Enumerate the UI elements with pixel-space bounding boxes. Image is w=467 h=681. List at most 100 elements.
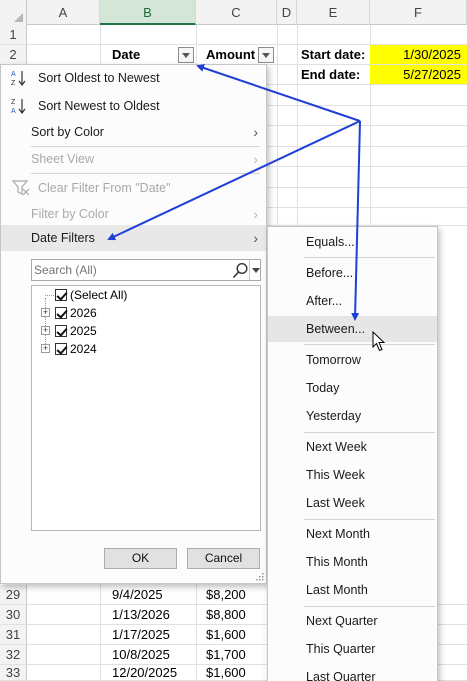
tree-item-2026[interactable]: + 2026: [32, 304, 260, 322]
submenu-this-week[interactable]: This Week: [268, 462, 437, 488]
column-header-e[interactable]: E: [297, 0, 370, 25]
submenu-last-month[interactable]: Last Month: [268, 577, 437, 603]
menu-separator: [304, 257, 435, 258]
search-icon: [232, 262, 248, 279]
amount-cell[interactable]: $8,200: [206, 585, 246, 604]
submenu-item-label: This Quarter: [306, 642, 376, 656]
filter-by-color-label: Filter by Color: [31, 207, 109, 221]
tree-item-2024[interactable]: + 2024: [32, 340, 260, 358]
row-header[interactable]: 2: [0, 45, 27, 64]
submenu-before[interactable]: Before...: [268, 260, 437, 286]
ok-button[interactable]: OK: [104, 548, 177, 569]
date-cell[interactable]: 12/20/2025: [112, 665, 177, 680]
submenu-item-label: Last Month: [306, 583, 368, 597]
svg-text:Z: Z: [11, 80, 16, 87]
expand-icon[interactable]: +: [41, 308, 50, 317]
expand-icon[interactable]: +: [41, 326, 50, 335]
amount-cell[interactable]: $1,700: [206, 645, 246, 664]
submenu-item-label: Equals...: [306, 235, 355, 249]
menu-separator: [304, 606, 435, 607]
row-header[interactable]: 33: [0, 665, 27, 680]
column-header-d[interactable]: D: [277, 0, 297, 25]
submenu-item-label: This Month: [306, 555, 368, 569]
mouse-cursor-icon: [372, 331, 386, 352]
date-filter-button[interactable]: [178, 47, 194, 63]
checkbox[interactable]: [55, 325, 67, 337]
submenu-tomorrow[interactable]: Tomorrow: [268, 347, 437, 373]
submenu-between[interactable]: Between...: [268, 316, 437, 342]
checkbox[interactable]: [55, 343, 67, 355]
submenu-item-label: Before...: [306, 266, 354, 280]
submenu-this-quarter[interactable]: This Quarter: [268, 636, 437, 662]
sheet-view: Sheet View ›: [1, 146, 266, 172]
sort-by-color[interactable]: Sort by Color ›: [1, 119, 266, 145]
filter-by-color: Filter by Color ›: [1, 201, 266, 227]
svg-text:Z: Z: [11, 99, 16, 106]
sheet-row-1: 1: [0, 25, 467, 45]
submenu-next-week[interactable]: Next Week: [268, 434, 437, 460]
sort-newest-to-oldest[interactable]: Z A Sort Newest to Oldest: [1, 93, 266, 119]
amount-cell[interactable]: $1,600: [206, 625, 246, 644]
submenu-item-label: Next Month: [306, 527, 370, 541]
end-date-label[interactable]: End date:: [301, 65, 360, 84]
cancel-button[interactable]: Cancel: [187, 548, 260, 569]
filter-search-box[interactable]: [31, 259, 261, 281]
submenu-last-week[interactable]: Last Week: [268, 490, 437, 516]
tree-select-all[interactable]: (Select All): [32, 286, 260, 304]
sort-ascending-icon: A Z: [11, 71, 26, 87]
submenu-after[interactable]: After...: [268, 288, 437, 314]
filter-search-input[interactable]: [34, 261, 230, 279]
chevron-down-icon[interactable]: [249, 260, 261, 280]
date-cell[interactable]: 10/8/2025: [112, 645, 170, 664]
start-date-label[interactable]: Start date:: [301, 45, 365, 64]
sort-oldest-to-newest[interactable]: A Z Sort Oldest to Newest: [1, 65, 266, 91]
sort-descending-icon: Z A: [11, 99, 26, 115]
amount-header-cell[interactable]: Amount: [206, 45, 255, 64]
date-header-cell[interactable]: Date: [112, 45, 140, 64]
submenu-item-label: After...: [306, 294, 343, 308]
row-header[interactable]: 1: [0, 25, 27, 44]
column-header-c[interactable]: C: [196, 0, 277, 25]
date-cell[interactable]: 9/4/2025: [112, 585, 163, 604]
submenu-next-month[interactable]: Next Month: [268, 521, 437, 547]
column-header-f[interactable]: F: [370, 0, 467, 25]
submenu-equals[interactable]: Equals...: [268, 229, 437, 255]
expand-icon[interactable]: +: [41, 344, 50, 353]
filter-value-tree: (Select All) + 2026 + 2025 + 2024: [31, 285, 261, 531]
start-date-value[interactable]: 1/30/2025: [370, 45, 467, 64]
date-cell[interactable]: 1/17/2025: [112, 625, 170, 644]
tree-item-2025[interactable]: + 2025: [32, 322, 260, 340]
clear-filter-from-date: Clear Filter From "Date": [1, 175, 266, 201]
date-cell[interactable]: 1/13/2026: [112, 605, 170, 624]
submenu-item-label: Next Quarter: [306, 614, 378, 628]
submenu-item-label: Between...: [306, 322, 366, 336]
menu-separator: [304, 432, 435, 433]
submenu-this-month[interactable]: This Month: [268, 549, 437, 575]
svg-text:A: A: [11, 108, 16, 115]
amount-cell[interactable]: $8,800: [206, 605, 246, 624]
row-header[interactable]: 31: [0, 625, 27, 644]
chevron-right-icon: ›: [253, 151, 258, 167]
submenu-yesterday[interactable]: Yesterday: [268, 403, 437, 429]
checkbox[interactable]: [55, 289, 67, 301]
date-filters[interactable]: Date Filters ›: [1, 225, 266, 251]
resize-grip-icon[interactable]: [255, 572, 264, 581]
submenu-last-quarter[interactable]: Last Quarter: [268, 664, 437, 681]
checkbox[interactable]: [55, 307, 67, 319]
select-all-corner[interactable]: [0, 0, 27, 25]
column-header-b[interactable]: B: [100, 0, 196, 25]
submenu-item-label: Today: [306, 381, 340, 395]
end-date-value[interactable]: 5/27/2025: [370, 65, 467, 84]
date-filters-submenu: Equals... Before... After... Between... …: [267, 226, 438, 681]
row-header[interactable]: 29: [0, 585, 27, 604]
row-header[interactable]: 30: [0, 605, 27, 624]
amount-filter-button[interactable]: [258, 47, 274, 63]
row-header[interactable]: 32: [0, 645, 27, 664]
chevron-right-icon: ›: [253, 206, 258, 222]
column-header-a[interactable]: A: [27, 0, 100, 25]
submenu-next-quarter[interactable]: Next Quarter: [268, 608, 437, 634]
submenu-today[interactable]: Today: [268, 375, 437, 401]
amount-cell[interactable]: $1,600: [206, 665, 246, 680]
tree-item-label: 2024: [70, 342, 97, 356]
chevron-right-icon: ›: [253, 230, 258, 246]
